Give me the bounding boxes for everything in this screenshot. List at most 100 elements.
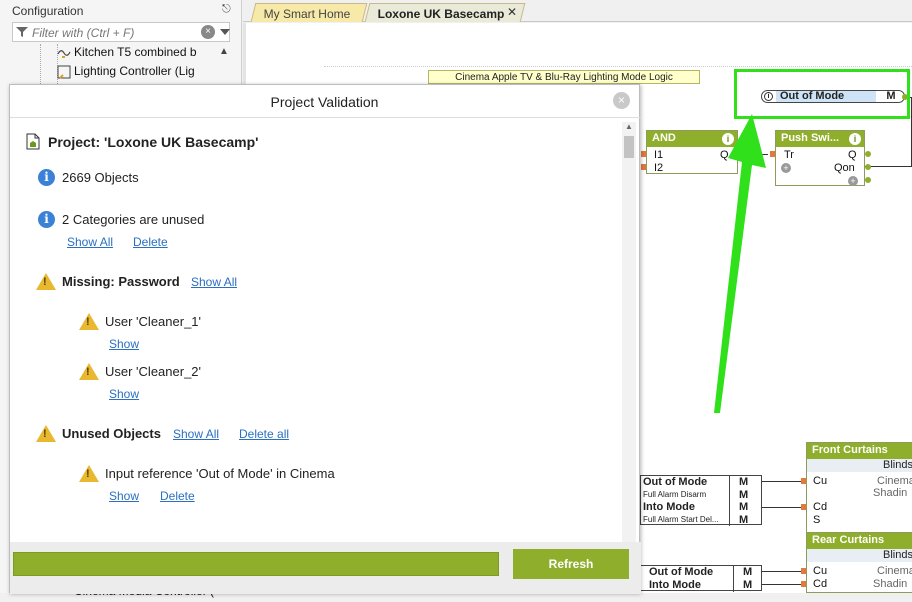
input-pin[interactable] bbox=[801, 568, 806, 574]
info-icon[interactable]: i bbox=[849, 133, 861, 145]
tree-scroll-up-icon[interactable]: ▲ bbox=[219, 46, 229, 57]
user-2-show-link[interactable]: Show bbox=[109, 387, 139, 401]
input-cd: Cd bbox=[813, 501, 828, 513]
filter-icon bbox=[16, 27, 28, 37]
dialog-footer: Refresh bbox=[10, 542, 641, 594]
block-subtitle: Blinds bbox=[807, 549, 912, 562]
warning-icon bbox=[79, 313, 99, 330]
push-switch-block[interactable]: Push Swi... i Tr + Q Qon + bbox=[775, 130, 865, 186]
and-input-i1: I1 bbox=[654, 149, 664, 161]
input-reference-delete-link[interactable]: Delete bbox=[160, 489, 195, 503]
annotation-arrow-icon bbox=[714, 114, 766, 413]
memory-flag: M bbox=[739, 501, 749, 513]
block-title-text: AND bbox=[652, 132, 676, 144]
tree-item-lighting-controller[interactable]: Lighting Controller (Lig bbox=[57, 64, 195, 82]
input-reference-item: Input reference 'Out of Mode' in Cinema bbox=[105, 466, 335, 481]
warning-icon bbox=[36, 273, 56, 290]
warning-icon bbox=[79, 363, 99, 380]
input-pin[interactable] bbox=[801, 504, 806, 510]
output-pin[interactable] bbox=[865, 151, 871, 157]
tree-item-label: Kitchen T5 combined b bbox=[74, 45, 197, 59]
block-text: Shadin bbox=[873, 487, 908, 499]
tab-label: My Smart Home bbox=[263, 7, 351, 21]
tab-label: Loxone UK Basecamp bbox=[377, 7, 505, 21]
dimmer-icon bbox=[57, 50, 71, 58]
unused-objects: Unused Objects bbox=[62, 426, 161, 441]
into-mode-ref: Into Mode bbox=[649, 579, 701, 591]
push-output-qon: Qon bbox=[834, 162, 855, 174]
unused-delete-all-link[interactable]: Delete all bbox=[239, 427, 289, 441]
warning-icon bbox=[79, 465, 99, 482]
tab-loxone-uk-basecamp[interactable]: Loxone UK Basecamp bbox=[364, 3, 526, 22]
close-tab-icon[interactable]: ✕ bbox=[507, 5, 517, 19]
lighting-controller-icon bbox=[57, 65, 71, 79]
input-cu: Cu bbox=[813, 565, 828, 577]
tab-my-smart-home[interactable]: My Smart Home bbox=[250, 3, 368, 22]
input-pin[interactable] bbox=[641, 164, 646, 170]
comment-box[interactable]: Cinema Apple TV & Blu-Ray Lighting Mode … bbox=[428, 70, 700, 84]
missing-password: Missing: Password bbox=[62, 274, 180, 289]
validation-progress-bar bbox=[13, 552, 499, 576]
user-1-show-link[interactable]: Show bbox=[109, 337, 139, 351]
block-title-text: Push Swi... bbox=[781, 132, 840, 144]
reference-group-1[interactable]: Out of Mode Full Alarm Disarm Into Mode … bbox=[640, 475, 762, 526]
block-text: Cinema bbox=[877, 475, 912, 487]
tree-item-kitchen[interactable]: Kitchen T5 combined b bbox=[57, 45, 197, 63]
filter-dropdown-icon[interactable] bbox=[220, 29, 230, 35]
and-input-i2: I2 bbox=[654, 162, 664, 174]
memory-flag: M bbox=[739, 489, 749, 501]
block-title: Rear Curtains bbox=[807, 533, 912, 549]
user-cleaner-2: User 'Cleaner_2' bbox=[105, 364, 202, 379]
block-title: Push Swi... i bbox=[776, 131, 864, 147]
block-title: Front Curtains bbox=[807, 443, 912, 459]
scroll-up-icon[interactable]: ▲ bbox=[625, 122, 633, 131]
block-text: Cinema bbox=[877, 565, 912, 577]
input-pin[interactable] bbox=[801, 478, 806, 484]
full-alarm-start-ref: Full Alarm Start Del... bbox=[643, 515, 719, 524]
tree-item-label: Lighting Controller (Lig bbox=[74, 64, 195, 78]
input-cu: Cu bbox=[813, 475, 828, 487]
output-pin[interactable] bbox=[865, 177, 871, 183]
project-validation-dialog: Project Validation × Project: 'Loxone UK… bbox=[9, 84, 641, 594]
pin-icon[interactable]: ⎋ bbox=[222, 3, 231, 16]
block-subtitle: Blinds bbox=[807, 459, 912, 472]
warning-icon bbox=[36, 425, 56, 442]
memory-flag: M bbox=[743, 579, 753, 591]
add-input-icon[interactable]: + bbox=[781, 163, 791, 173]
validation-list[interactable]: Project: 'Loxone UK Basecamp' i 2669 Obj… bbox=[10, 117, 641, 542]
reference-group-2[interactable]: Out of Mode Into Mode M M bbox=[640, 565, 762, 592]
refresh-button[interactable]: Refresh bbox=[513, 549, 629, 579]
into-mode-ref: Into Mode bbox=[643, 501, 695, 513]
dialog-scrollbar[interactable]: ▲ bbox=[622, 122, 636, 542]
input-pin[interactable] bbox=[641, 151, 646, 157]
memory-flag: M bbox=[739, 514, 749, 526]
project-name: Project: 'Loxone UK Basecamp' bbox=[48, 134, 259, 150]
block-text: Shadin bbox=[873, 578, 908, 590]
user-cleaner-1: User 'Cleaner_1' bbox=[105, 314, 202, 329]
out-of-mode-ref: Out of Mode bbox=[649, 566, 714, 578]
input-cd: Cd bbox=[813, 578, 828, 590]
info-icon: i bbox=[38, 211, 55, 228]
close-dialog-button[interactable]: × bbox=[613, 92, 630, 109]
scrollbar-thumb[interactable] bbox=[624, 136, 634, 158]
panel-title: Configuration bbox=[12, 4, 84, 18]
front-curtains-block[interactable]: Front Curtains Blinds Cu Cd S Cinema Sha… bbox=[806, 442, 912, 538]
page-border bbox=[324, 66, 912, 67]
unused-show-all-link[interactable]: Show All bbox=[173, 427, 219, 441]
add-output-icon[interactable]: + bbox=[848, 176, 858, 186]
categories-delete-link[interactable]: Delete bbox=[133, 235, 168, 249]
push-output-q: Q bbox=[848, 149, 857, 161]
categories-unused: 2 Categories are unused bbox=[62, 212, 205, 227]
full-alarm-disarm-ref: Full Alarm Disarm bbox=[643, 490, 707, 499]
password-show-all-link[interactable]: Show All bbox=[191, 275, 237, 289]
input-s: S bbox=[813, 514, 821, 526]
tab-bar: My Smart Home Loxone UK Basecamp ✕ bbox=[243, 0, 912, 22]
categories-show-all-link[interactable]: Show All bbox=[67, 235, 113, 249]
input-reference-show-link[interactable]: Show bbox=[109, 489, 139, 503]
objects-count: 2669 Objects bbox=[62, 170, 139, 185]
output-pin[interactable] bbox=[865, 164, 871, 170]
input-pin[interactable] bbox=[801, 581, 806, 587]
clear-filter-icon[interactable]: × bbox=[201, 25, 215, 39]
rear-curtains-block[interactable]: Rear Curtains Blinds Cu Cd Cinema Shadin bbox=[806, 532, 912, 593]
filter-input[interactable]: Filter with (Ctrl + F) × bbox=[12, 22, 230, 42]
